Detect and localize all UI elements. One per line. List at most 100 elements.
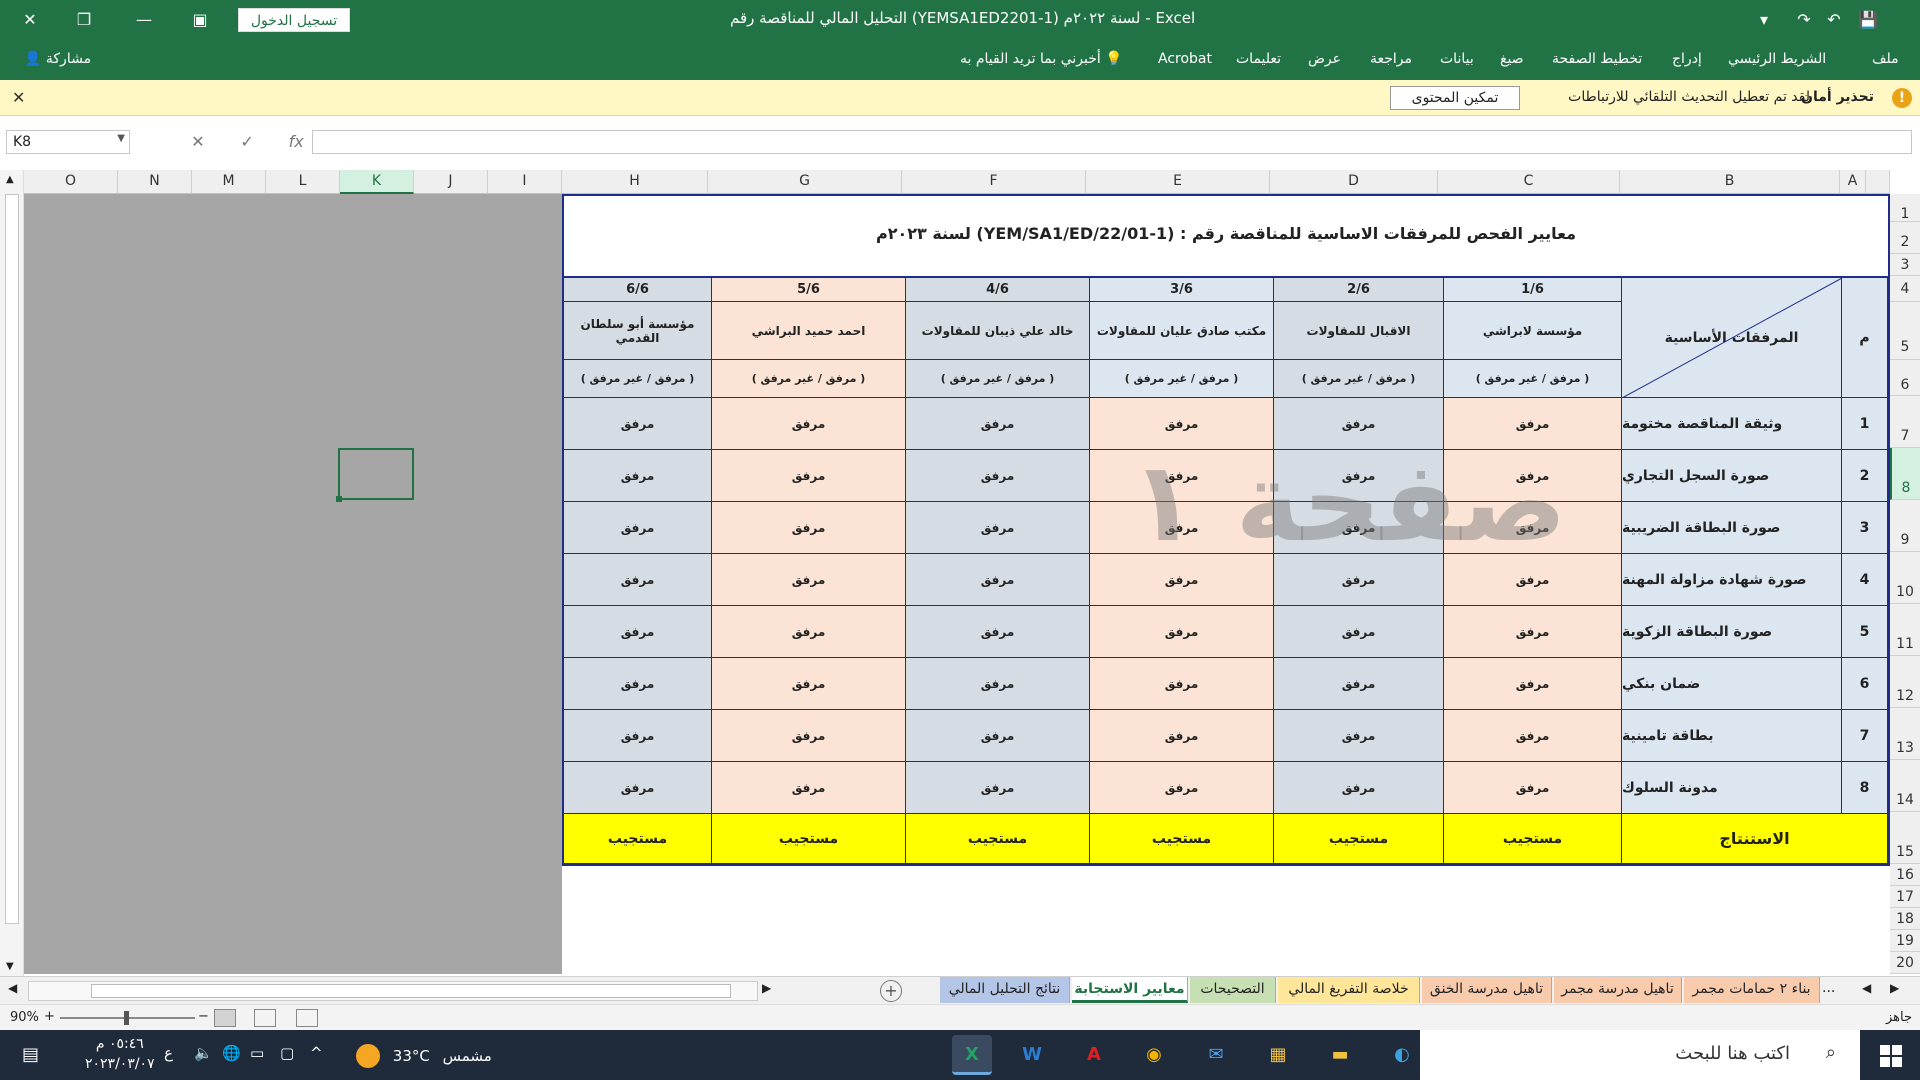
excel-app-icon[interactable]: X: [952, 1035, 992, 1075]
zoom-knob[interactable]: [124, 1011, 129, 1025]
redo-icon[interactable]: ↷: [1790, 6, 1818, 34]
attachment-cell[interactable]: مرفق: [712, 710, 906, 762]
zoom-in-icon[interactable]: +: [44, 1009, 55, 1024]
page-layout-view-icon[interactable]: [254, 1009, 276, 1027]
formula-input[interactable]: [312, 130, 1912, 154]
row-header[interactable]: 15: [1890, 812, 1920, 864]
column-header-b[interactable]: B: [1620, 170, 1840, 194]
attachment-cell[interactable]: مرفق: [1444, 710, 1622, 762]
item-label[interactable]: ضمان بنكي: [1622, 658, 1842, 710]
tab-prev-icon[interactable]: ◀: [1862, 981, 1871, 995]
attachment-cell[interactable]: مرفق: [564, 450, 712, 502]
row-header[interactable]: 14: [1890, 760, 1920, 812]
attachment-cell[interactable]: مرفق: [1444, 606, 1622, 658]
menu-page-layout[interactable]: تخطيط الصفحة: [1552, 51, 1642, 67]
attachment-cell[interactable]: مرفق: [906, 710, 1090, 762]
device-icon[interactable]: ▢: [280, 1044, 294, 1062]
selected-cell-k8[interactable]: [336, 448, 414, 502]
more-tabs-button[interactable]: ...: [1822, 980, 1835, 996]
row-header[interactable]: 8: [1890, 448, 1920, 500]
restore-icon[interactable]: ❐: [70, 6, 98, 34]
bidder-index[interactable]: 6/6: [564, 278, 712, 302]
show-hidden-icon[interactable]: ^: [310, 1044, 323, 1062]
item-label[interactable]: مدونة السلوك: [1622, 762, 1842, 814]
menu-insert[interactable]: إدراج: [1672, 51, 1702, 67]
menu-review[interactable]: مراجعة: [1370, 51, 1412, 67]
attachment-cell[interactable]: مرفق: [712, 762, 906, 814]
page-break-area[interactable]: [24, 194, 562, 974]
menu-home[interactable]: الشريط الرئيسي: [1728, 51, 1826, 67]
save-icon[interactable]: 💾: [1854, 6, 1882, 34]
attachment-cell[interactable]: مرفق: [906, 606, 1090, 658]
menu-acrobat[interactable]: Acrobat: [1158, 51, 1212, 67]
tell-me-search[interactable]: أخبرني بما تريد القيام به 💡: [960, 51, 1123, 67]
sheet-tab[interactable]: تاهيل مدرسة الخنق: [1422, 977, 1552, 1003]
clock[interactable]: ٠٥:٤٦ م ٢٠٢٣/٠٣/٠٧: [85, 1034, 155, 1074]
conclusion-cell[interactable]: مستجيب: [564, 814, 712, 864]
edge-app-icon[interactable]: ◐: [1382, 1035, 1422, 1075]
column-header-d[interactable]: D: [1270, 170, 1438, 194]
bidder-name[interactable]: احمد حميد البراشي: [712, 302, 906, 360]
menu-help[interactable]: تعليمات: [1236, 51, 1281, 67]
column-header-n[interactable]: N: [118, 170, 192, 194]
share-button[interactable]: 👤 مشاركة: [24, 51, 91, 67]
scroll-thumb[interactable]: [5, 194, 19, 924]
close-icon[interactable]: ✕: [16, 6, 44, 34]
bidder-status-hint[interactable]: ( مرفق / غير مرفق ): [1090, 360, 1274, 398]
tab-next-icon[interactable]: ▶: [1890, 981, 1899, 995]
enable-content-button[interactable]: تمكين المحتوى: [1390, 86, 1520, 110]
attachment-cell[interactable]: مرفق: [712, 658, 906, 710]
row-header[interactable]: 16: [1890, 864, 1920, 886]
attachment-cell[interactable]: مرفق: [564, 710, 712, 762]
sheet-tab[interactable]: تاهيل مدرسة مجمر: [1554, 977, 1682, 1003]
language-indicator[interactable]: ع: [164, 1044, 173, 1062]
conclusion-cell[interactable]: مستجيب: [1274, 814, 1444, 864]
row-header[interactable]: 2: [1890, 222, 1920, 254]
column-header-e[interactable]: E: [1086, 170, 1270, 194]
bidder-index[interactable]: 5/6: [712, 278, 906, 302]
weather-widget[interactable]: 33°C مشمس: [356, 1044, 492, 1068]
attachment-cell[interactable]: مرفق: [906, 450, 1090, 502]
column-header-o[interactable]: O: [24, 170, 118, 194]
attachment-cell[interactable]: مرفق: [712, 398, 906, 450]
row-header[interactable]: 20: [1890, 952, 1920, 974]
normal-view-icon[interactable]: [296, 1009, 318, 1027]
row-header[interactable]: 11: [1890, 604, 1920, 656]
network-icon[interactable]: 🌐: [222, 1044, 241, 1062]
add-sheet-button[interactable]: +: [880, 980, 902, 1002]
attachment-cell[interactable]: مرفق: [564, 658, 712, 710]
attachment-cell[interactable]: مرفق: [1090, 762, 1274, 814]
conclusion-cell[interactable]: مستجيب: [1090, 814, 1274, 864]
menu-view[interactable]: عرض: [1308, 51, 1341, 67]
column-header-i[interactable]: I: [488, 170, 562, 194]
menu-data[interactable]: بيانات: [1440, 51, 1474, 67]
attachment-cell[interactable]: مرفق: [712, 606, 906, 658]
attachment-cell[interactable]: مرفق: [712, 502, 906, 554]
column-header-a[interactable]: A: [1840, 170, 1866, 194]
sheet-tab[interactable]: التصحيحات: [1190, 977, 1276, 1003]
item-number[interactable]: 2: [1842, 450, 1888, 502]
word-app-icon[interactable]: W: [1012, 1035, 1052, 1075]
select-all[interactable]: [1866, 170, 1890, 194]
column-header-c[interactable]: C: [1438, 170, 1620, 194]
item-label[interactable]: صورة البطاقة الضريبية: [1622, 502, 1842, 554]
horizontal-scrollbar[interactable]: [28, 981, 758, 1001]
item-number[interactable]: 6: [1842, 658, 1888, 710]
store-app-icon[interactable]: ▦: [1258, 1035, 1298, 1075]
menu-file[interactable]: ملف: [1872, 51, 1899, 67]
mail-app-icon[interactable]: ✉: [1196, 1035, 1236, 1075]
conclusion-cell[interactable]: مستجيب: [712, 814, 906, 864]
column-header-g[interactable]: G: [708, 170, 902, 194]
attachment-cell[interactable]: مرفق: [1444, 762, 1622, 814]
column-header-k[interactable]: K: [340, 170, 414, 194]
bidder-status-hint[interactable]: ( مرفق / غير مرفق ): [1274, 360, 1444, 398]
item-number[interactable]: 3: [1842, 502, 1888, 554]
attachment-cell[interactable]: مرفق: [1274, 762, 1444, 814]
row-header[interactable]: 3: [1890, 254, 1920, 276]
bidder-status-hint[interactable]: ( مرفق / غير مرفق ): [1444, 360, 1622, 398]
attachment-cell[interactable]: مرفق: [906, 398, 1090, 450]
row-header[interactable]: 18: [1890, 908, 1920, 930]
attachment-cell[interactable]: مرفق: [1274, 606, 1444, 658]
item-number[interactable]: 8: [1842, 762, 1888, 814]
item-label[interactable]: وثيقة المناقصة مختومة: [1622, 398, 1842, 450]
